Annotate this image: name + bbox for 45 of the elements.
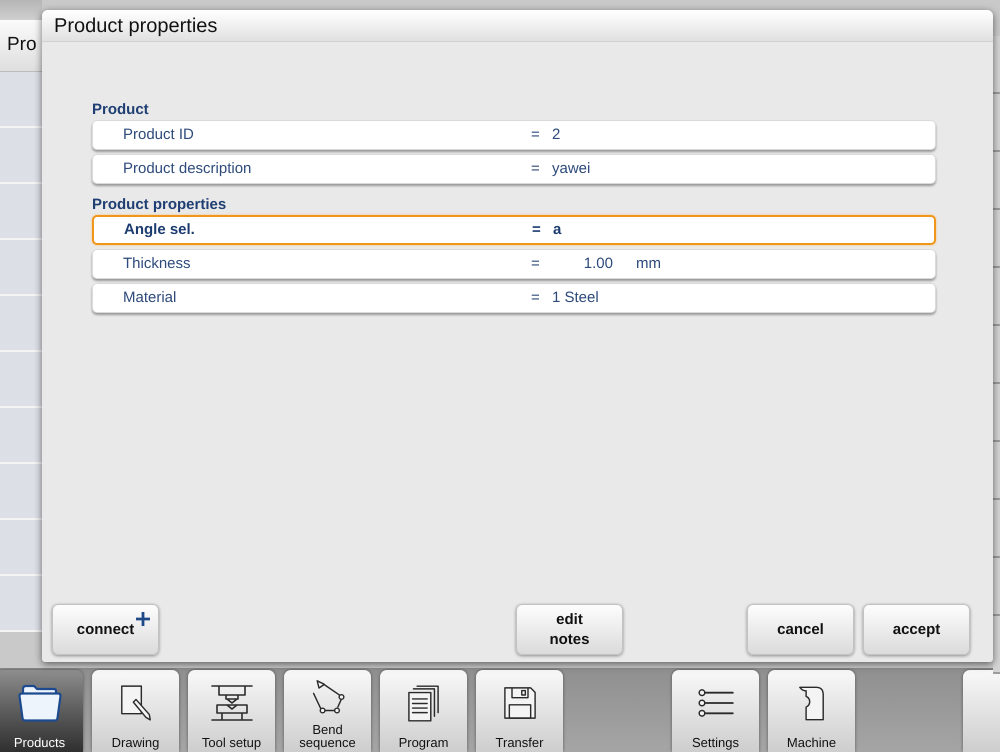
toolbar-button[interactable]: Program	[380, 670, 467, 752]
property-row[interactable]: Angle sel. = a	[92, 215, 936, 245]
property-row[interactable]: Product description = yawei	[92, 154, 936, 184]
group-heading: Product	[92, 101, 150, 118]
unit-label: mm	[636, 254, 661, 274]
toolbar-button[interactable]: Products	[0, 670, 83, 752]
dialog-button[interactable]: connect	[52, 604, 159, 655]
dialog-button[interactable]: accept	[863, 604, 970, 655]
toolbar-button[interactable]: Machine	[768, 670, 855, 752]
property-label: Thickness	[123, 254, 192, 274]
property-row[interactable]: Product ID = 2	[92, 120, 936, 150]
property-label: Product description	[123, 158, 252, 179]
dialog-title: Product properties	[53, 14, 218, 38]
pencil-paper-icon	[120, 685, 152, 721]
property-label: Material	[123, 288, 178, 308]
settings-icon	[696, 689, 734, 717]
equals-sign: =	[531, 254, 541, 274]
folder-icon	[18, 684, 62, 722]
dialog-button[interactable]: cancel	[747, 604, 854, 655]
equals-sign: =	[531, 288, 541, 308]
property-value: 1.00	[582, 254, 613, 274]
dialog-button[interactable]: edit notes	[516, 604, 623, 655]
plus-icon	[136, 612, 150, 626]
equals-sign: =	[531, 158, 541, 179]
property-value: 1 Steel	[552, 288, 599, 308]
toolbar-button[interactable]: Drawing	[92, 670, 179, 752]
toolbar-button[interactable]: Bend sequence	[284, 670, 371, 752]
property-value: yawei	[552, 158, 590, 179]
property-row[interactable]: Thickness = 1.00 mm	[92, 249, 936, 279]
toolbar-button[interactable]: Transfer	[476, 670, 563, 752]
top-bar	[0, 0, 42, 20]
page-title: Pro	[6, 33, 37, 58]
press-icon	[210, 684, 254, 722]
machine-icon	[798, 684, 825, 722]
property-label: Product ID	[123, 124, 195, 145]
property-label: Angle sel.	[124, 220, 196, 240]
toolbar-button[interactable]: Tool setup	[188, 670, 275, 752]
property-value: 2	[552, 124, 560, 145]
documents-icon	[408, 684, 439, 722]
group-heading: Product properties	[92, 196, 228, 213]
equals-sign: =	[531, 124, 541, 145]
property-value: a	[553, 220, 562, 240]
toolbar-button[interactable]: Settings	[672, 670, 759, 752]
property-row[interactable]: Material = 1 Steel	[92, 283, 936, 313]
equals-sign: =	[532, 220, 542, 240]
